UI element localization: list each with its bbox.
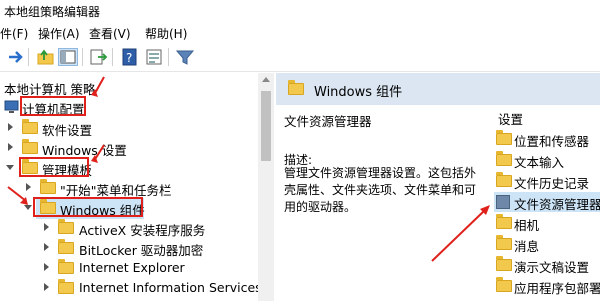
list-item-file-history[interactable]: 文件历史记录 bbox=[494, 171, 600, 191]
tree-item-label: ActiveX 安装程序服务 bbox=[79, 223, 206, 238]
svg-text:?: ? bbox=[126, 51, 132, 65]
tree-item-activex[interactable]: ActiveX 安装程序服务 bbox=[0, 218, 258, 238]
title-bar: 本地组策略编辑器 bbox=[0, 0, 600, 22]
menu-action[interactable]: 操作(A) bbox=[38, 25, 80, 42]
list-item-file-explorer[interactable]: 文件资源管理器 bbox=[494, 192, 600, 212]
toolbar: ? bbox=[0, 42, 600, 72]
annotation-box bbox=[33, 197, 143, 217]
folder-icon bbox=[58, 259, 74, 274]
tree-item-software-settings[interactable]: 软件设置 bbox=[0, 118, 258, 138]
folder-icon bbox=[58, 219, 74, 234]
scrollbar-thumb[interactable] bbox=[261, 91, 271, 161]
annotation-arrow-icon bbox=[431, 205, 490, 262]
list-item-label: 演示文稿设置 bbox=[514, 260, 590, 275]
toolbar-separator bbox=[28, 48, 29, 66]
up-folder-icon[interactable] bbox=[36, 48, 56, 66]
properties-icon[interactable] bbox=[144, 48, 164, 66]
scroll-up-icon[interactable] bbox=[262, 77, 270, 82]
folder-icon bbox=[496, 151, 512, 166]
list-item-label: 位置和传感器 bbox=[514, 134, 590, 149]
folder-icon bbox=[496, 172, 512, 187]
show-hide-tree-icon[interactable] bbox=[58, 48, 78, 66]
list-item-label: 相机 bbox=[514, 218, 540, 233]
tree-item-bitlocker[interactable]: BitLocker 驱动器加密 bbox=[0, 238, 258, 258]
list-item-presentation-settings[interactable]: 演示文稿设置 bbox=[494, 255, 600, 275]
details-header: Windows 组件 bbox=[276, 73, 600, 105]
folder-icon bbox=[496, 277, 512, 292]
folder-icon bbox=[496, 214, 512, 229]
annotation-arrow-icon bbox=[7, 186, 28, 205]
folder-icon bbox=[58, 279, 74, 294]
annotation-arrow-icon bbox=[91, 144, 105, 163]
selected-setting-title: 文件资源管理器 bbox=[284, 114, 372, 129]
policy-tree: 本地计算机 策略 计算机配置 软件设置 Windows 设置 管理模板 "开始"… bbox=[0, 73, 258, 301]
folder-icon bbox=[496, 256, 512, 271]
tree-item-label: BitLocker 驱动器加密 bbox=[79, 243, 204, 258]
menu-bar: 件(F) 操作(A) 查看(V) 帮助(H) bbox=[0, 22, 600, 42]
tree-item-iis[interactable]: Internet Information Services bbox=[0, 278, 258, 298]
list-item-text-input[interactable]: 文本输入 bbox=[494, 150, 600, 170]
list-item-camera[interactable]: 相机 bbox=[494, 213, 600, 233]
details-pane: Windows 组件 文件资源管理器 描述: 管理文件资源管理器设置。这包括外壳… bbox=[276, 73, 600, 301]
filter-icon[interactable] bbox=[175, 48, 195, 66]
tree-item-start-menu[interactable]: "开始"菜单和任务栏 bbox=[0, 178, 258, 198]
list-item-label: 文件资源管理器 bbox=[514, 197, 600, 212]
list-item-label: 应用程序包部署 bbox=[514, 281, 600, 296]
window-title: 本地组策略编辑器 bbox=[4, 5, 101, 19]
list-item-label: 文本输入 bbox=[514, 155, 565, 170]
tree-item-windows-settings[interactable]: Windows 设置 bbox=[0, 138, 258, 158]
expand-arrow-icon[interactable] bbox=[44, 223, 49, 231]
forward-icon[interactable] bbox=[6, 48, 26, 66]
expand-arrow-icon[interactable] bbox=[44, 243, 49, 251]
folder-icon bbox=[22, 139, 38, 154]
expand-arrow-icon[interactable] bbox=[8, 123, 13, 131]
settings-column-header[interactable]: 设置 bbox=[498, 109, 523, 128]
computer-icon bbox=[4, 100, 20, 114]
toolbar-separator bbox=[82, 48, 83, 66]
toolbar-separator bbox=[168, 48, 169, 66]
folder-icon bbox=[496, 235, 512, 250]
list-item-location-sensors[interactable]: 位置和传感器 bbox=[494, 129, 600, 149]
toolbar-separator bbox=[112, 48, 113, 66]
collapse-arrow-icon[interactable] bbox=[6, 165, 14, 170]
list-item-label: 消息 bbox=[514, 239, 540, 254]
tree-item-label: Internet Explorer bbox=[79, 260, 185, 275]
tree-scrollbar[interactable] bbox=[258, 73, 274, 301]
tree-item-label: 软件设置 bbox=[42, 123, 93, 138]
list-item-messaging[interactable]: 消息 bbox=[494, 234, 600, 254]
folder-icon bbox=[40, 179, 56, 194]
annotation-box bbox=[20, 96, 86, 116]
annotation-arrow-icon bbox=[91, 76, 105, 97]
export-list-icon[interactable] bbox=[88, 48, 108, 66]
tree-item-label: Internet Information Services bbox=[79, 280, 258, 295]
folder-icon bbox=[496, 130, 512, 145]
expand-arrow-icon[interactable] bbox=[8, 143, 13, 151]
folder-icon bbox=[22, 119, 38, 134]
folder-icon bbox=[58, 239, 74, 254]
help-icon[interactable]: ? bbox=[120, 48, 140, 66]
folder-icon bbox=[288, 80, 304, 95]
menu-help[interactable]: 帮助(H) bbox=[145, 25, 187, 42]
list-item-label: 文件历史记录 bbox=[514, 176, 590, 191]
annotation-box bbox=[19, 157, 89, 177]
menu-file[interactable]: 件(F) bbox=[0, 25, 28, 42]
tree-item-internet-explorer[interactable]: Internet Explorer bbox=[0, 258, 258, 278]
policy-settings-icon bbox=[496, 195, 510, 209]
details-header-title: Windows 组件 bbox=[314, 85, 403, 100]
expand-arrow-icon[interactable] bbox=[44, 263, 49, 271]
list-item-app-package-deployment[interactable]: 应用程序包部署 bbox=[494, 276, 600, 296]
expand-arrow-icon[interactable] bbox=[44, 283, 49, 291]
menu-view[interactable]: 查看(V) bbox=[89, 25, 131, 42]
tree-item-root[interactable]: 本地计算机 策略 bbox=[0, 77, 258, 97]
